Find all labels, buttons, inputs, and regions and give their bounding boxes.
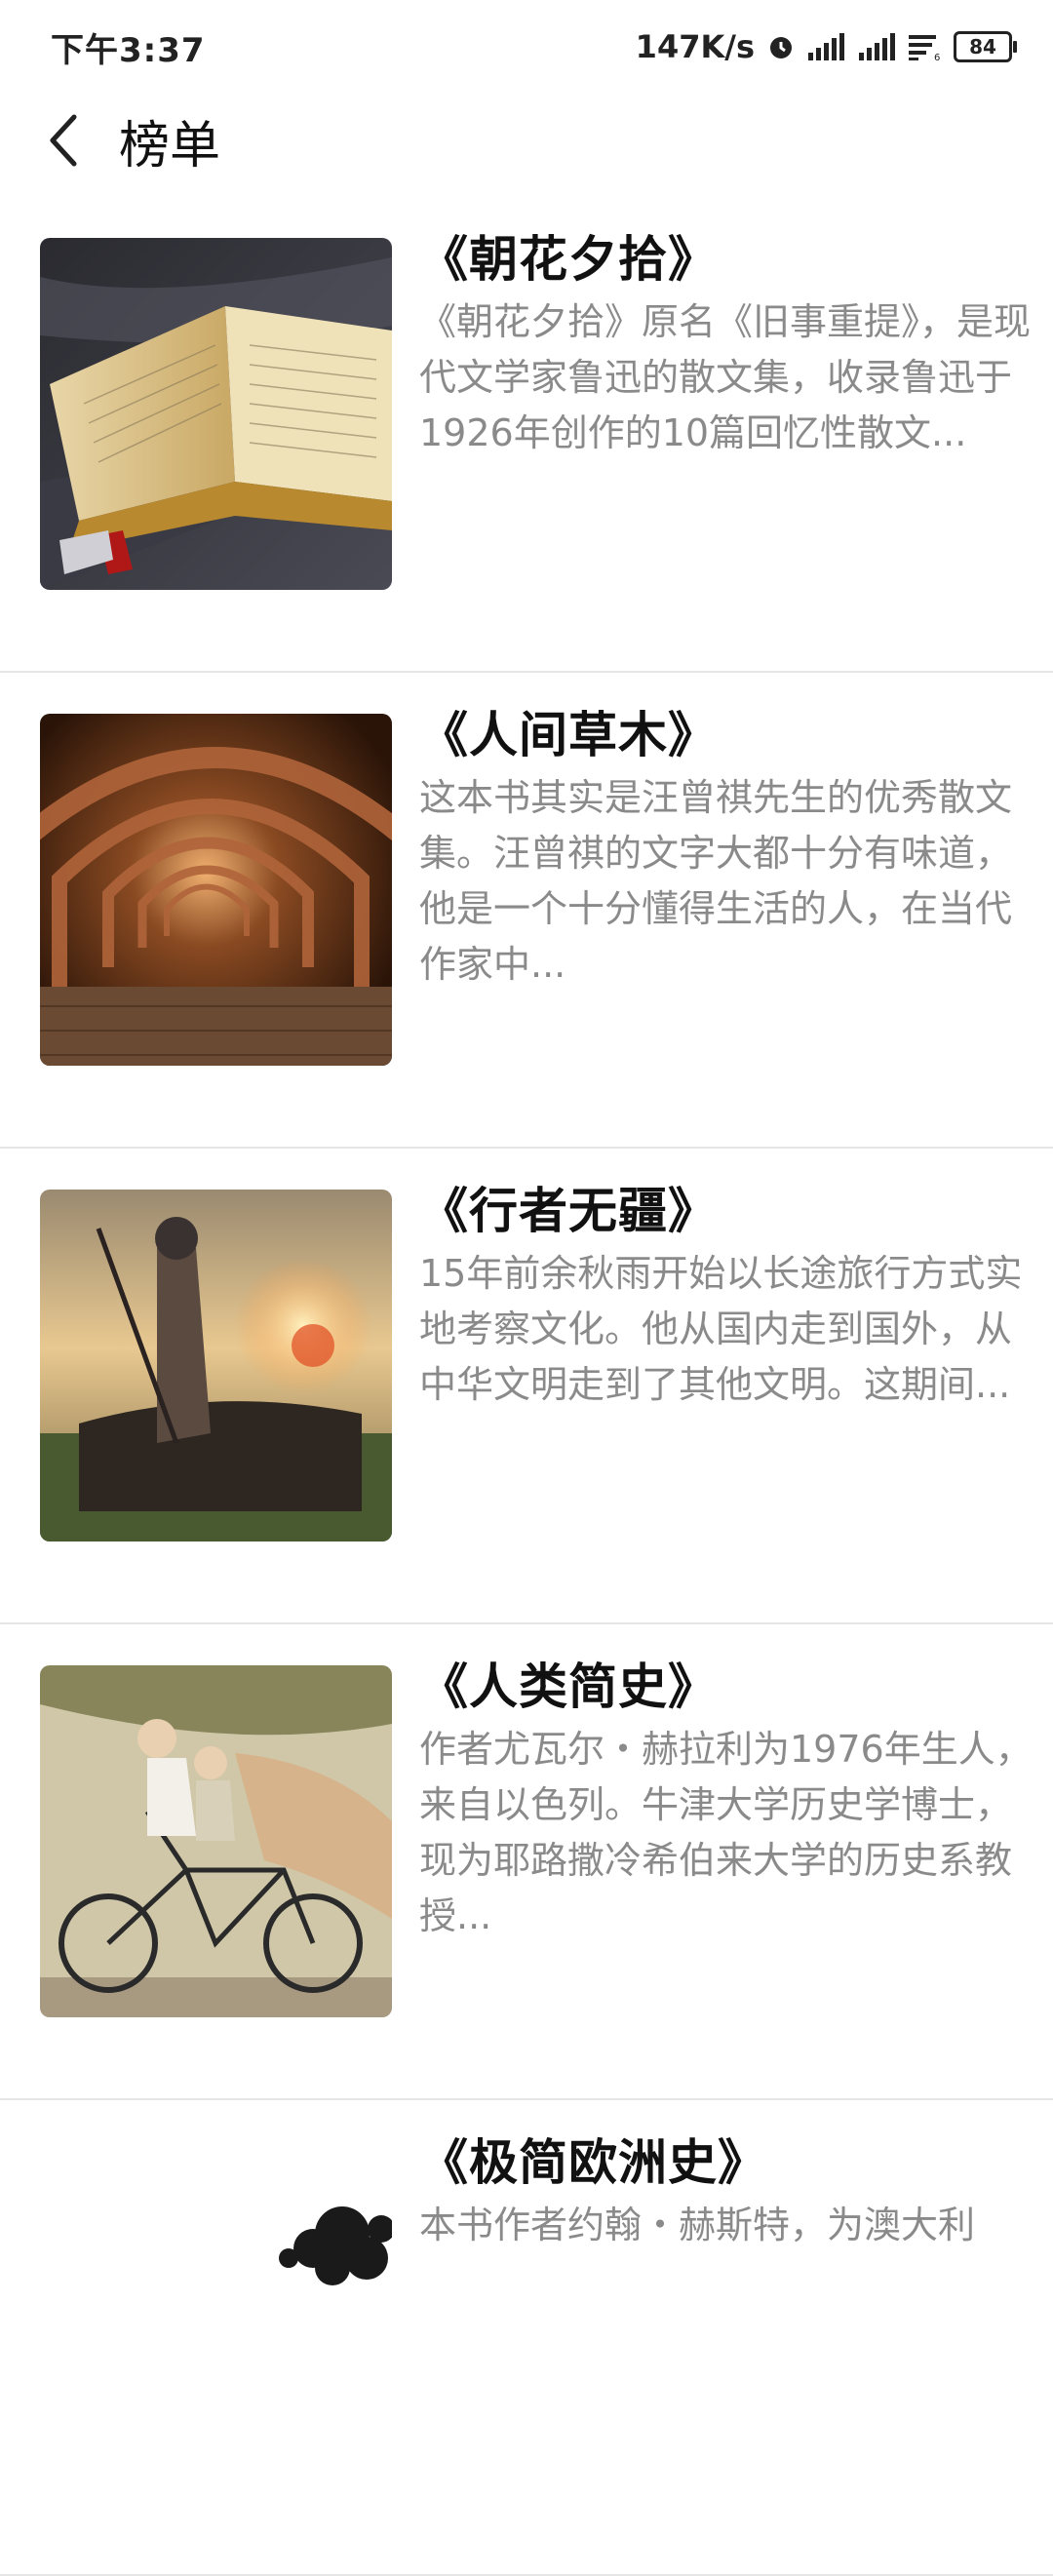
alarm-icon xyxy=(770,37,792,59)
book-description: 15年前余秋雨开始以长途旅行方式实地考察文化。他从国内走到国外，从中华文明走到了… xyxy=(419,1252,1023,1406)
book-description: 作者尤瓦尔・赫拉利为1976年生人，来自以色列。牛津大学历史学博士，现为耶路撒冷… xyxy=(419,1728,1033,1937)
chevron-left-icon xyxy=(50,114,77,167)
list-item[interactable]: 《人间草木》 这本书其实是汪曾祺先生的优秀散文集。汪曾祺的文字大都十分有味道，他… xyxy=(0,673,1053,1149)
back-button[interactable] xyxy=(33,111,92,170)
net-speed: 147K/s xyxy=(635,28,755,65)
status-bar: 下午3:37 147K/s 6 84 xyxy=(0,0,1053,94)
book-title: 《人间草木》 xyxy=(419,707,718,763)
battery-icon: 84 xyxy=(954,31,1017,62)
book-cover-image xyxy=(40,1665,392,2017)
list-item[interactable]: 《朝花夕拾》 《朝花夕拾》原名《旧事重提》，是现代文学家鲁迅的散文集，收录鲁迅于… xyxy=(0,197,1053,673)
book-title: 《人类简史》 xyxy=(419,1659,718,1715)
book-list: 《朝花夕拾》 《朝花夕拾》原名《旧事重提》，是现代文学家鲁迅的散文集，收录鲁迅于… xyxy=(0,197,1053,2576)
list-item[interactable]: 《行者无疆》 15年前余秋雨开始以长途旅行方式实地考察文化。他从国内走到国外，从… xyxy=(0,1149,1053,1624)
book-cover-image xyxy=(40,238,392,590)
list-item[interactable]: 《人类简史》 作者尤瓦尔・赫拉利为1976年生人，来自以色列。牛津大学历史学博士… xyxy=(0,1624,1053,2100)
wifi-icon: 6 xyxy=(909,35,940,60)
page-title: 榜单 xyxy=(119,116,221,176)
book-cover-image xyxy=(40,714,392,1066)
book-cover-image xyxy=(40,2141,392,2493)
book-description: 这本书其实是汪曾祺先生的优秀散文集。汪曾祺的文字大都十分有味道，他是一个十分懂得… xyxy=(419,776,1013,986)
book-description: 本书作者约翰・赫斯特，为澳大利 xyxy=(419,2204,976,2246)
signal-icon xyxy=(859,33,895,60)
book-description: 《朝花夕拾》原名《旧事重提》，是现代文学家鲁迅的散文集，收录鲁迅于1926年创作… xyxy=(419,300,1032,454)
list-item[interactable]: 《极简欧洲史》 本书作者约翰・赫斯特，为澳大利 xyxy=(0,2100,1053,2576)
book-title: 《极简欧洲史》 xyxy=(419,2134,767,2191)
signal-icon xyxy=(808,33,844,60)
header: 榜单 xyxy=(0,94,1053,187)
book-cover-image xyxy=(40,1190,392,1542)
svg-text:6: 6 xyxy=(934,53,940,60)
status-time: 下午3:37 xyxy=(51,30,206,70)
book-title: 《朝花夕拾》 xyxy=(419,231,718,288)
book-title: 《行者无疆》 xyxy=(419,1183,718,1239)
status-icons: 147K/s 6 84 xyxy=(635,28,1017,65)
